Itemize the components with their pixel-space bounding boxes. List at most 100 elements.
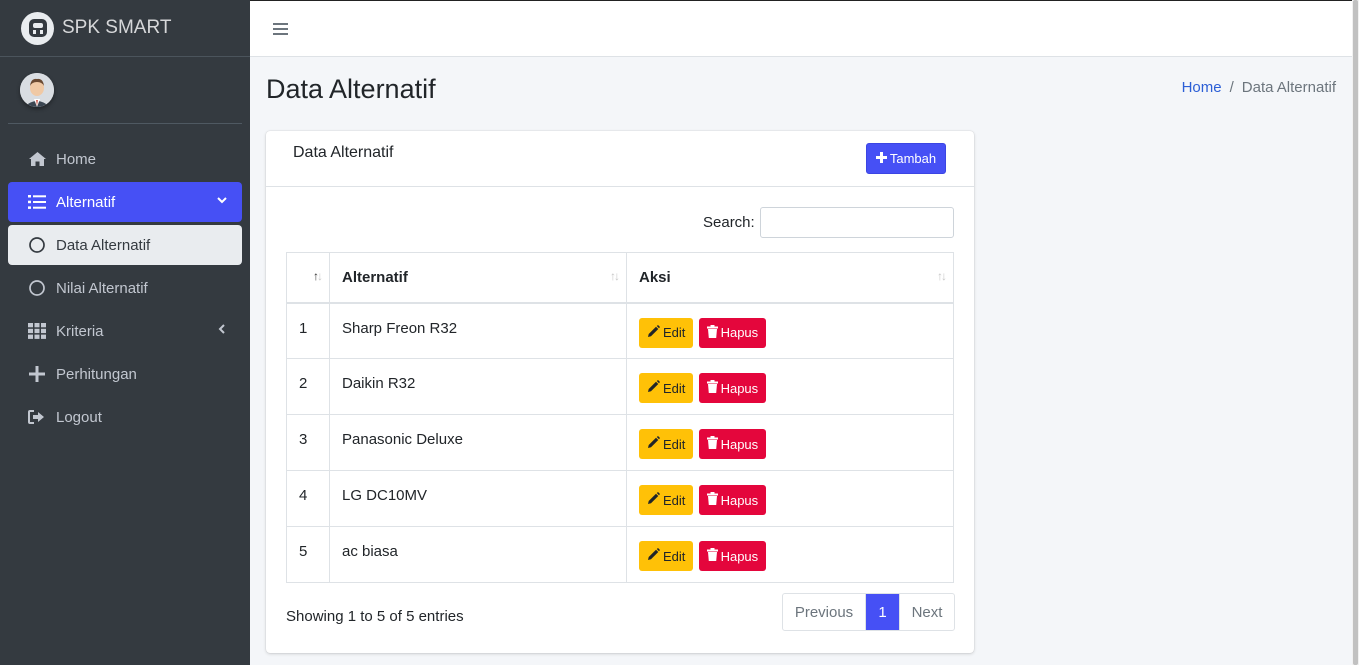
cell-alternatif: Daikin R32 [329, 358, 627, 415]
delete-label: Hapus [720, 380, 759, 396]
cell-aksi: Edit Hapus [626, 414, 954, 471]
edit-button[interactable]: Edit [639, 541, 694, 571]
sidebar-item-label: Kriteria [56, 322, 104, 340]
home-icon [27, 149, 47, 169]
pencil-icon [647, 324, 660, 341]
avatar[interactable] [20, 73, 54, 107]
page-scrollbar[interactable] [1352, 0, 1359, 665]
cell-aksi: Edit Hapus [626, 470, 954, 527]
delete-button[interactable]: Hapus [698, 541, 767, 571]
cell-no: 3 [286, 414, 330, 471]
sign-out-icon [27, 407, 47, 427]
trash-icon [706, 380, 718, 396]
column-header-alternatif[interactable]: Alternatif ↑↓ [329, 252, 627, 304]
delete-button[interactable]: Hapus [698, 429, 767, 459]
breadcrumb: Home / Data Alternatif [1182, 79, 1336, 96]
edit-button[interactable]: Edit [639, 317, 694, 348]
grid-icon [27, 321, 47, 341]
circle-icon [27, 278, 47, 298]
card-header: Data Alternatif Tambah [266, 131, 974, 187]
list-icon [27, 192, 47, 212]
cell-no: 1 [286, 302, 330, 359]
sidebar-item-kriteria[interactable]: Kriteria [8, 311, 242, 351]
user-panel [8, 57, 242, 124]
breadcrumb-home-link[interactable]: Home [1182, 79, 1222, 96]
sidebar-item-nilai-alternatif[interactable]: Nilai Alternatif [8, 268, 242, 308]
chevron-down-icon [216, 193, 228, 210]
delete-label: Hapus [720, 325, 759, 340]
table-row: 1 Sharp Freon R32 Edit Hapus [286, 302, 954, 359]
sidebar-item-alternatif[interactable]: Alternatif [8, 182, 242, 222]
circle-icon [27, 235, 47, 255]
cell-aksi: Edit Hapus [626, 358, 954, 415]
brand-text: SPK SMART [62, 17, 172, 38]
scrollbar-thumb[interactable] [1353, 0, 1358, 665]
sort-icon: ↑↓ [937, 269, 947, 283]
pagination-next[interactable]: Next [899, 594, 954, 630]
data-card: Data Alternatif Tambah Search: ↑↓ Altern… [266, 131, 974, 653]
sidebar-item-logout[interactable]: Logout [8, 397, 242, 437]
sort-asc-icon: ↑↓ [313, 269, 323, 283]
search-label: Search: [703, 214, 755, 231]
table-info: Showing 1 to 5 of 5 entries [286, 608, 464, 625]
cell-aksi: Edit Hapus [626, 526, 954, 583]
edit-button[interactable]: Edit [639, 485, 694, 515]
page-title: Data Alternatif [266, 74, 436, 104]
card-title: Data Alternatif [293, 144, 394, 161]
table-row: 5 ac biasa Edit Hapus [286, 526, 954, 583]
sidebar-item-home[interactable]: Home [8, 139, 242, 179]
column-header-no[interactable]: ↑↓ [286, 252, 330, 304]
edit-label: Edit [663, 380, 686, 396]
delete-label: Hapus [720, 548, 759, 564]
breadcrumb-current: Data Alternatif [1241, 79, 1336, 96]
sort-icon: ↑↓ [610, 269, 620, 283]
cell-alternatif: ac biasa [329, 526, 627, 583]
delete-button[interactable]: Hapus [698, 373, 767, 403]
add-button-label: Tambah [889, 151, 937, 166]
cell-aksi: Edit Hapus [626, 302, 954, 359]
pencil-icon [647, 548, 660, 564]
sidebar-item-label: Perhitungan [56, 365, 137, 383]
edit-label: Edit [663, 492, 686, 508]
sidebar-item-label: Logout [56, 408, 102, 426]
sidebar-item-label: Nilai Alternatif [56, 279, 148, 297]
pagination-previous[interactable]: Previous [783, 594, 866, 630]
delete-label: Hapus [720, 492, 759, 508]
edit-button[interactable]: Edit [639, 429, 694, 459]
cell-alternatif: Panasonic Deluxe [329, 414, 627, 471]
brand-link[interactable]: SPK SMART [0, 0, 250, 57]
menu-toggle-icon[interactable] [273, 22, 288, 41]
table-row: 3 Panasonic Deluxe Edit Hapus [286, 414, 954, 471]
delete-button[interactable]: Hapus [698, 317, 767, 348]
edit-button[interactable]: Edit [639, 373, 694, 403]
pencil-icon [647, 380, 660, 396]
sidebar-item-perhitungan[interactable]: Perhitungan [8, 354, 242, 394]
cell-no: 4 [286, 470, 330, 527]
pagination-page-1[interactable]: 1 [866, 594, 899, 630]
cell-no: 2 [286, 358, 330, 415]
sidebar-nav: Home Alternatif Data Alternatif Nilai Al… [0, 139, 250, 437]
cell-alternatif: LG DC10MV [329, 470, 627, 527]
sidebar-item-data-alternatif[interactable]: Data Alternatif [8, 225, 242, 265]
trash-icon [706, 436, 718, 452]
table-header-row: ↑↓ Alternatif ↑↓ Aksi ↑↓ [286, 252, 954, 304]
sidebar-item-label: Home [56, 150, 97, 168]
search-input[interactable] [760, 207, 954, 238]
table-row: 2 Daikin R32 Edit Hapus [286, 358, 954, 415]
delete-button[interactable]: Hapus [698, 485, 767, 515]
edit-label: Edit [663, 436, 686, 452]
pencil-icon [647, 492, 660, 508]
trash-icon [706, 492, 718, 508]
cell-no: 5 [286, 526, 330, 583]
add-button[interactable]: Tambah [866, 143, 946, 174]
plus-icon [27, 364, 47, 384]
brand-logo-icon [21, 11, 54, 45]
column-header-aksi[interactable]: Aksi ↑↓ [626, 252, 954, 304]
delete-label: Hapus [720, 436, 759, 452]
trash-icon [706, 324, 718, 341]
sidebar-item-label: Data Alternatif [56, 236, 151, 254]
alternatif-table: ↑↓ Alternatif ↑↓ Aksi ↑↓ 1 Sharp Freon R… [286, 252, 954, 583]
plus-icon [875, 151, 887, 166]
chevron-left-icon [216, 322, 228, 339]
table-row: 4 LG DC10MV Edit Hapus [286, 470, 954, 527]
